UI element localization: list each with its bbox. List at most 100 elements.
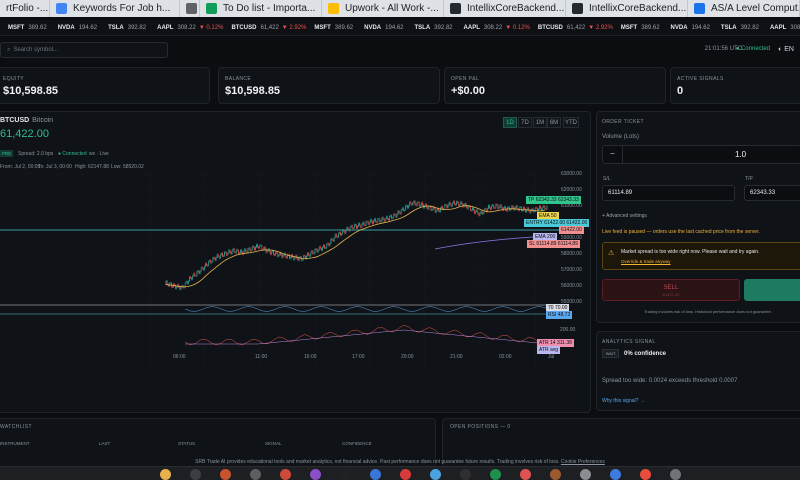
candle-body: [486, 208, 488, 212]
ema-50-line: [164, 205, 545, 288]
candle-body: [441, 206, 442, 208]
timeframe-1d-button[interactable]: 1D: [503, 117, 517, 128]
timeframe-6m-button[interactable]: 6M: [547, 117, 561, 128]
candle-body: [314, 249, 316, 254]
override-trade-link[interactable]: Override & trade anyway: [621, 259, 671, 264]
browser-tab[interactable]: Keywords For Job h...: [50, 0, 180, 17]
candle-body: [196, 271, 198, 276]
buy-button[interactable]: [744, 279, 800, 301]
candle-body: [452, 201, 454, 203]
candle-body: [303, 255, 305, 257]
browser-tab[interactable]: To Do list - Importa...: [200, 0, 322, 17]
candle-body: [281, 254, 283, 258]
ticker-item: TSLA 392.82: [720, 24, 759, 31]
candle-body: [360, 225, 362, 228]
browser-tab[interactable]: AS/A Level Comput...: [688, 0, 800, 17]
globe-icon: ◐: [778, 46, 783, 53]
taskbar-app-icon[interactable]: [400, 469, 411, 480]
x-axis-tick: 17:00: [352, 354, 365, 360]
volume-value[interactable]: 1.0: [735, 150, 746, 159]
taskbar-app-icon[interactable]: [250, 469, 261, 480]
candle-body: [357, 226, 358, 229]
cookie-preferences-link[interactable]: Cookie Preferences: [561, 459, 605, 465]
taskbar-app-icon[interactable]: [580, 469, 591, 480]
taskbar-app-icon[interactable]: [280, 469, 291, 480]
taskbar-app-icon[interactable]: [370, 469, 381, 480]
candle-body: [326, 244, 328, 249]
candle-body: [276, 252, 278, 253]
price-chart[interactable]: [0, 172, 560, 372]
candle-body: [367, 221, 369, 225]
taskbar-app-icon[interactable]: [340, 469, 351, 480]
taskbar-app-icon[interactable]: [160, 469, 171, 480]
candle-body: [476, 209, 478, 212]
candle-body: [407, 205, 408, 209]
browser-tab[interactable]: [180, 0, 200, 17]
candle-body: [359, 223, 361, 226]
browser-tab[interactable]: Upwork - All Work -...: [322, 0, 444, 17]
active-signals-card: ACTIVE SIGNALS 0: [670, 67, 800, 104]
taskbar-app-icon[interactable]: [640, 469, 651, 480]
candle-body: [430, 206, 432, 211]
candle-body: [290, 257, 291, 259]
candle-body: [264, 247, 266, 249]
timeframe-1m-button[interactable]: 1M: [533, 117, 547, 128]
candle-body: [472, 207, 473, 211]
candle-body: [461, 201, 463, 205]
candle-body: [184, 282, 186, 287]
timeframe-ytd-button[interactable]: YTD: [563, 117, 579, 128]
browser-tab[interactable]: IntellixCoreBackend...: [566, 0, 688, 17]
candle-body: [422, 202, 423, 205]
candle-body: [271, 251, 272, 255]
chart-high: High: 62147.88: [75, 164, 109, 170]
candle-body: [307, 252, 308, 257]
candle-body: [206, 263, 207, 266]
candle-body: [492, 204, 494, 207]
browser-tab[interactable]: IntellixCoreBackend...: [444, 0, 566, 17]
taskbar-app-icon[interactable]: [310, 469, 321, 480]
taskbar-app-icon[interactable]: [670, 469, 681, 480]
candle-body: [484, 208, 486, 210]
taskbar-app-icon[interactable]: [190, 469, 201, 480]
candle-body: [428, 206, 430, 210]
candle-body: [282, 254, 284, 258]
candle-body: [229, 250, 231, 253]
language-toggle[interactable]: ◐ EN: [778, 46, 794, 53]
candle-body: [518, 207, 520, 211]
candle-body: [343, 230, 345, 231]
volume-label: Volume (Lots): [602, 134, 640, 140]
indicator-label: RSI 48.73: [546, 311, 573, 319]
tp-input[interactable]: 62343.33: [744, 185, 800, 201]
timeframe-7d-button[interactable]: 7D: [518, 117, 532, 128]
sl-input[interactable]: 61114.89: [602, 185, 735, 201]
taskbar-app-icon[interactable]: [430, 469, 441, 480]
candle-body: [225, 252, 227, 253]
taskbar-app-icon[interactable]: [610, 469, 621, 480]
candle-body: [392, 217, 394, 219]
chart-live: ws · Live: [89, 151, 109, 157]
rsi-line: [184, 306, 550, 312]
candle-body: [207, 265, 208, 266]
taskbar-app-icon[interactable]: [460, 469, 471, 480]
candle-body: [390, 215, 391, 217]
volume-stepper[interactable]: − 1.0: [602, 145, 800, 164]
taskbar-app-icon[interactable]: [550, 469, 561, 480]
candle-body: [211, 261, 213, 263]
browser-tab[interactable]: rtFolio -...: [0, 0, 50, 17]
candle-body: [544, 205, 546, 209]
why-signal-link[interactable]: Why this signal? →: [602, 398, 645, 404]
taskbar-app-icon[interactable]: [490, 469, 501, 480]
ticker-item: BTCUSD 61,422 ▼ 2.92%: [537, 24, 613, 31]
candle-body: [192, 275, 194, 280]
candle-body: [381, 217, 383, 221]
candle-body: [176, 286, 178, 289]
os-taskbar: [0, 466, 800, 480]
taskbar-app-icon[interactable]: [520, 469, 531, 480]
taskbar-app-icon[interactable]: [220, 469, 231, 480]
advanced-settings-link[interactable]: + Advanced settings: [602, 213, 647, 219]
symbol-search-input[interactable]: ⌕ Search symbol...: [0, 42, 168, 58]
volume-decrease-button[interactable]: −: [603, 146, 623, 163]
market-ticker: MSFT 389.62 NVDA 194.62 TSLA 392.82 AAPL 308.22…: [0, 20, 800, 36]
sell-button[interactable]: SELL 61421.00: [602, 279, 740, 301]
col-signal: SIGNAL: [265, 441, 282, 446]
